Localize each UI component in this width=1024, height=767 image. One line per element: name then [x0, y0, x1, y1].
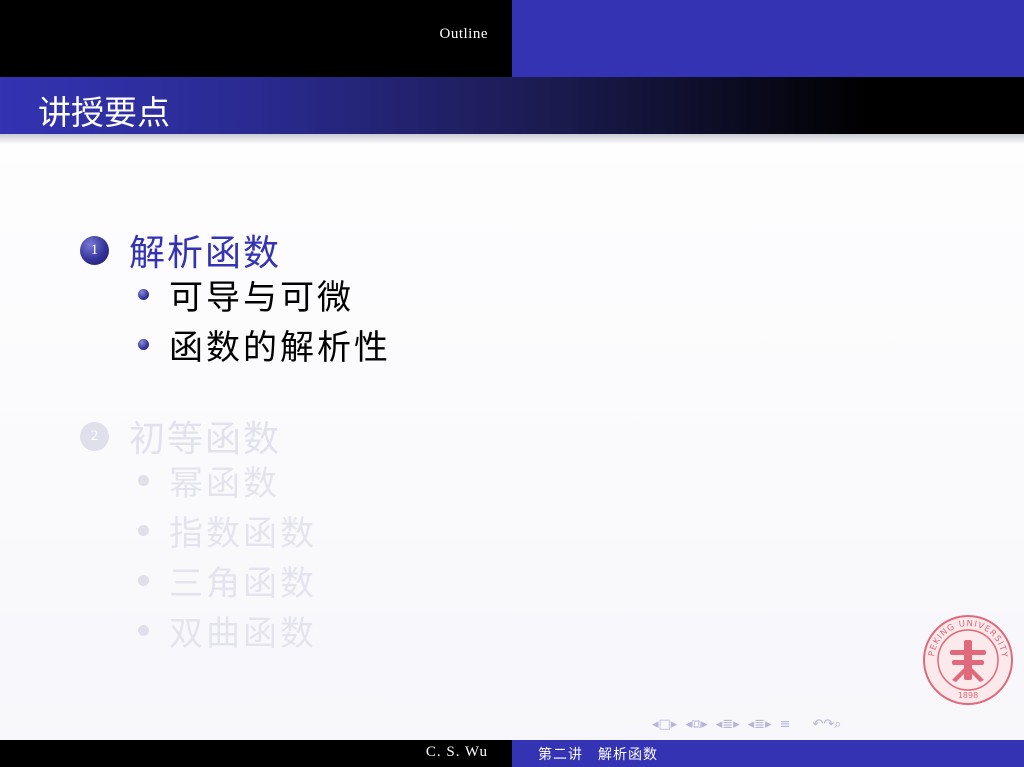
section-number-badge: 1: [80, 235, 109, 265]
header-section-label[interactable]: Outline: [440, 26, 489, 43]
footer-author: C. S. Wu: [425, 744, 488, 760]
subsection-label: 指数函数: [169, 514, 317, 554]
subsection-label: 函数的解析性: [169, 328, 391, 368]
section-label: 初等函数: [129, 419, 282, 460]
outline-subsection-2-1[interactable]: 幂函数: [138, 456, 280, 505]
frame-title: 讲授要点: [38, 93, 170, 132]
title-shadow: [0, 134, 1024, 144]
header-left-bar: Outline: [0, 0, 512, 77]
svg-text:1898: 1898: [958, 691, 978, 700]
nav-section-icon[interactable]: ◂≣▸: [716, 717, 740, 735]
outline-subsection-2-4[interactable]: 双曲函数: [138, 606, 317, 655]
section-label: 解析函数: [129, 233, 282, 274]
university-seal-logo: PEKING UNIVERSITY 1898: [923, 615, 1013, 705]
nav-search-icon[interactable]: ↶↷⌕: [813, 717, 842, 735]
subsection-label: 双曲函数: [169, 614, 317, 654]
subsection-label: 幂函数: [169, 464, 280, 504]
footer-left-bar: C. S. Wu: [0, 740, 512, 767]
header-right-bar: [512, 0, 1024, 77]
footer-title: 第二讲 解析函数: [538, 747, 658, 763]
nav-frame-icon[interactable]: ◂□▸: [652, 717, 677, 735]
nav-align-icon[interactable]: ≡: [780, 717, 791, 735]
outline-subsection-2-3[interactable]: 三角函数: [138, 556, 317, 605]
bullet-icon: [138, 525, 149, 536]
navigation-symbols: ◂□▸ ◂⧉▸ ◂≣▸ ◂≣▸ ≡ ↶↷⌕: [652, 717, 850, 735]
bullet-icon: [138, 289, 149, 300]
footer-right-bar: 第二讲 解析函数: [512, 740, 1024, 767]
subsection-label: 三角函数: [169, 564, 317, 604]
outline-section-2[interactable]: 2 初等函数: [80, 410, 281, 462]
frame-title-bar: 讲授要点: [0, 77, 1024, 134]
nav-presentation-icon[interactable]: ◂≣▸: [748, 717, 772, 735]
nav-subsection-icon[interactable]: ◂⧉▸: [685, 717, 707, 735]
outline-subsection-1-2[interactable]: 函数的解析性: [138, 320, 391, 369]
bullet-icon: [138, 339, 149, 350]
bullet-icon: [138, 575, 149, 586]
section-number-badge: 2: [80, 421, 109, 451]
outline-subsection-2-2[interactable]: 指数函数: [138, 506, 317, 555]
bullet-icon: [138, 625, 149, 636]
outline-subsection-1-1[interactable]: 可导与可微: [138, 270, 354, 319]
subsection-label: 可导与可微: [169, 278, 354, 318]
bullet-icon: [138, 475, 149, 486]
outline-section-1[interactable]: 1 解析函数: [80, 224, 281, 276]
